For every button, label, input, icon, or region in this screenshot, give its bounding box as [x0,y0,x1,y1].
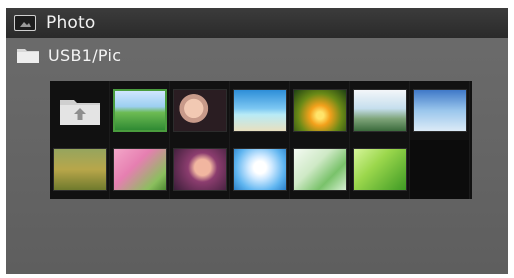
thumbnail-cell[interactable] [410,81,470,140]
photo-browser-screen: Photo USB1/Pic [0,0,514,278]
thumbnail-cell[interactable] [170,81,230,140]
folder-icon [17,49,39,63]
photo-icon-glyph [18,18,32,28]
thumbnail-cell[interactable] [350,81,410,140]
title-bar: Photo [6,8,508,38]
photo-thumbnail [172,148,227,191]
current-path: USB1/Pic [48,45,122,65]
thumbnail-cell[interactable] [230,140,290,199]
empty-cell [410,140,470,199]
photo-thumbnail [112,148,167,191]
up-folder-icon [59,99,100,125]
photo-browser-panel: Photo USB1/Pic [6,8,508,274]
photo-thumbnail [232,148,287,191]
thumbnail-cell[interactable] [290,81,350,140]
path-bar: USB1/Pic [6,42,508,68]
thumbnail-cell[interactable] [290,140,350,199]
photo-icon [14,15,36,31]
photo-thumbnail [412,89,467,132]
thumbnail-cell[interactable] [110,140,170,199]
photo-thumbnail [352,89,407,132]
photo-thumbnail [352,148,407,191]
photo-thumbnail [232,89,287,132]
photo-thumbnail-selected [112,89,167,132]
photo-thumbnail [172,89,227,132]
page-title: Photo [46,13,96,33]
photo-thumbnail [52,148,107,191]
photo-thumbnail [292,148,347,191]
thumbnail-grid [50,81,472,199]
thumbnail-cell[interactable] [230,81,290,140]
photo-thumbnail [292,89,347,132]
thumbnail-cell[interactable] [110,81,170,140]
thumbnail-cell[interactable] [170,140,230,199]
thumbnail-cell[interactable] [350,140,410,199]
up-folder-button[interactable] [50,81,110,140]
thumbnail-cell[interactable] [50,140,110,199]
